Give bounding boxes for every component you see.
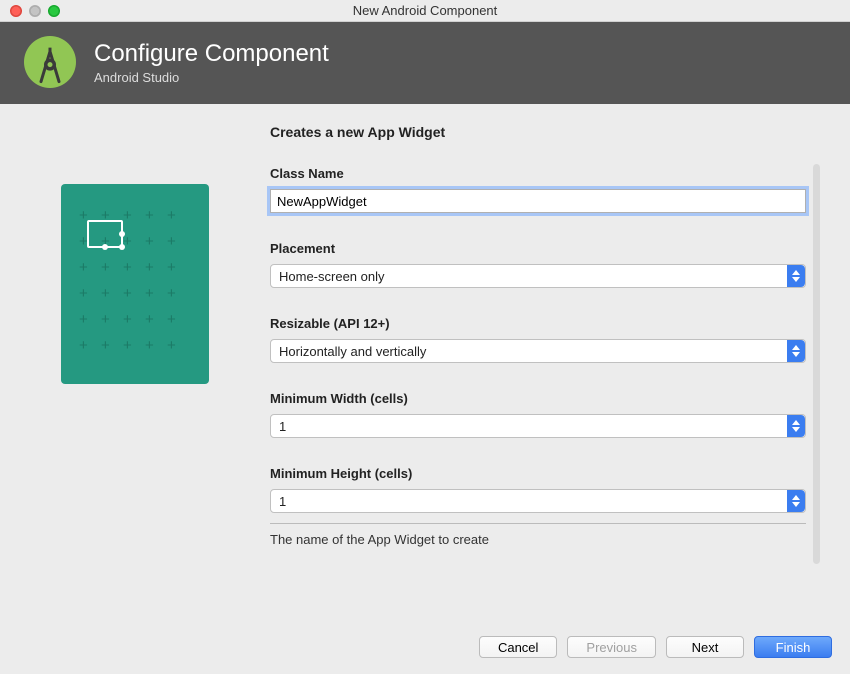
resizable-value: Horizontally and vertically: [279, 344, 426, 359]
minheight-value: 1: [279, 494, 286, 509]
finish-button[interactable]: Finish: [754, 636, 832, 658]
next-button[interactable]: Next: [666, 636, 744, 658]
classname-label: Class Name: [270, 166, 806, 181]
window-title: New Android Component: [0, 3, 850, 18]
form-heading: Creates a new App Widget: [270, 124, 806, 140]
handle-corner-icon: [119, 244, 125, 250]
preview-pane: +++++ +++++ +++++ +++++ +++++ +++++: [30, 124, 240, 622]
footer: Cancel Previous Next Finish: [0, 622, 850, 674]
placement-value: Home-screen only: [279, 269, 385, 284]
widget-preview-card: +++++ +++++ +++++ +++++ +++++ +++++: [61, 184, 209, 384]
previous-button[interactable]: Previous: [567, 636, 656, 658]
chevron-updown-icon: [787, 415, 805, 437]
scrollbar[interactable]: [813, 164, 820, 564]
header-title: Configure Component: [94, 40, 329, 68]
chevron-updown-icon: [787, 340, 805, 362]
cancel-button[interactable]: Cancel: [479, 636, 557, 658]
minheight-label: Minimum Height (cells): [270, 466, 806, 481]
divider: [270, 523, 806, 524]
resizable-label: Resizable (API 12+): [270, 316, 806, 331]
minwidth-value: 1: [279, 419, 286, 434]
handle-right-icon: [119, 231, 125, 237]
resizable-select[interactable]: Horizontally and vertically: [270, 339, 806, 363]
content-area: +++++ +++++ +++++ +++++ +++++ +++++ Crea…: [0, 104, 850, 622]
minheight-select[interactable]: 1: [270, 489, 806, 513]
minwidth-select[interactable]: 1: [270, 414, 806, 438]
chevron-updown-icon: [787, 490, 805, 512]
placement-label: Placement: [270, 241, 806, 256]
titlebar: New Android Component: [0, 0, 850, 22]
chevron-updown-icon: [787, 265, 805, 287]
header: Configure Component Android Studio: [0, 22, 850, 104]
minwidth-label: Minimum Width (cells): [270, 391, 806, 406]
header-subtitle: Android Studio: [94, 70, 329, 85]
classname-input[interactable]: [270, 189, 806, 213]
field-hint: The name of the App Widget to create: [270, 532, 806, 547]
handle-bottom-icon: [102, 244, 108, 250]
widget-frame-icon: [87, 220, 123, 248]
form-area: Creates a new App Widget Class Name Plac…: [270, 124, 820, 622]
placement-select[interactable]: Home-screen only: [270, 264, 806, 288]
android-studio-logo-icon: [24, 36, 76, 88]
